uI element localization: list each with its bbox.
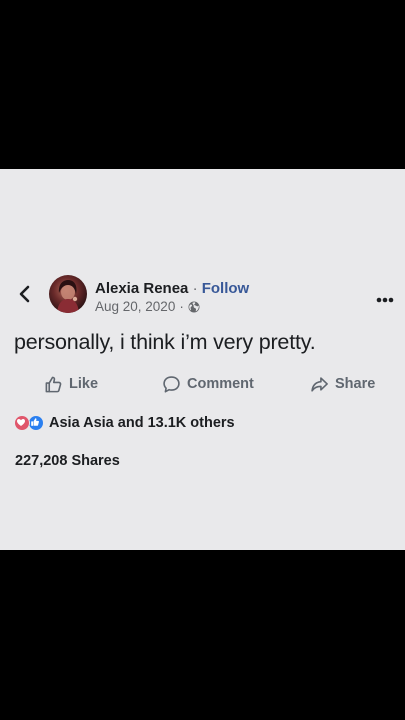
back-button[interactable] — [14, 283, 36, 305]
author-row: Alexia Renea · Follow — [95, 280, 249, 298]
more-options-icon — [376, 297, 394, 303]
share-button[interactable]: Share — [310, 372, 375, 396]
globe-icon[interactable] — [188, 301, 200, 313]
separator-dot: · — [192, 280, 198, 297]
chevron-left-icon — [19, 285, 30, 303]
post-card — [0, 169, 405, 550]
comment-button[interactable]: Comment — [162, 372, 254, 396]
post-text: personally, i think i’m very pretty. — [14, 330, 316, 354]
reactions-row[interactable]: Asia Asia and 13.1K others — [14, 413, 235, 433]
share-arrow-icon — [311, 376, 328, 392]
more-options-button[interactable] — [376, 290, 394, 303]
like-label: Like — [69, 376, 99, 392]
shares-count[interactable]: 227,208 Shares — [15, 453, 120, 469]
avatar[interactable] — [49, 275, 87, 313]
separator-dot: · — [179, 299, 184, 314]
comment-label: Comment — [187, 376, 254, 392]
like-button[interactable]: Like — [44, 372, 98, 396]
comment-icon — [163, 375, 180, 393]
reactions-summary[interactable]: Asia Asia and 13.1K others — [49, 415, 235, 431]
share-label: Share — [335, 376, 376, 392]
action-bar: Like Comment Share — [0, 372, 405, 398]
like-reaction-icon — [28, 415, 44, 431]
post-meta: Aug 20, 2020 · — [95, 299, 200, 315]
post-date[interactable]: Aug 20, 2020 — [95, 299, 175, 315]
follow-button[interactable]: Follow — [202, 280, 250, 297]
thumbs-up-icon — [45, 376, 62, 392]
author-name[interactable]: Alexia Renea — [95, 280, 188, 297]
screenshot: Alexia Renea · Follow Aug 20, 2020 · per… — [0, 0, 405, 720]
love-reaction-icon — [14, 415, 30, 431]
reaction-icons — [14, 414, 46, 432]
